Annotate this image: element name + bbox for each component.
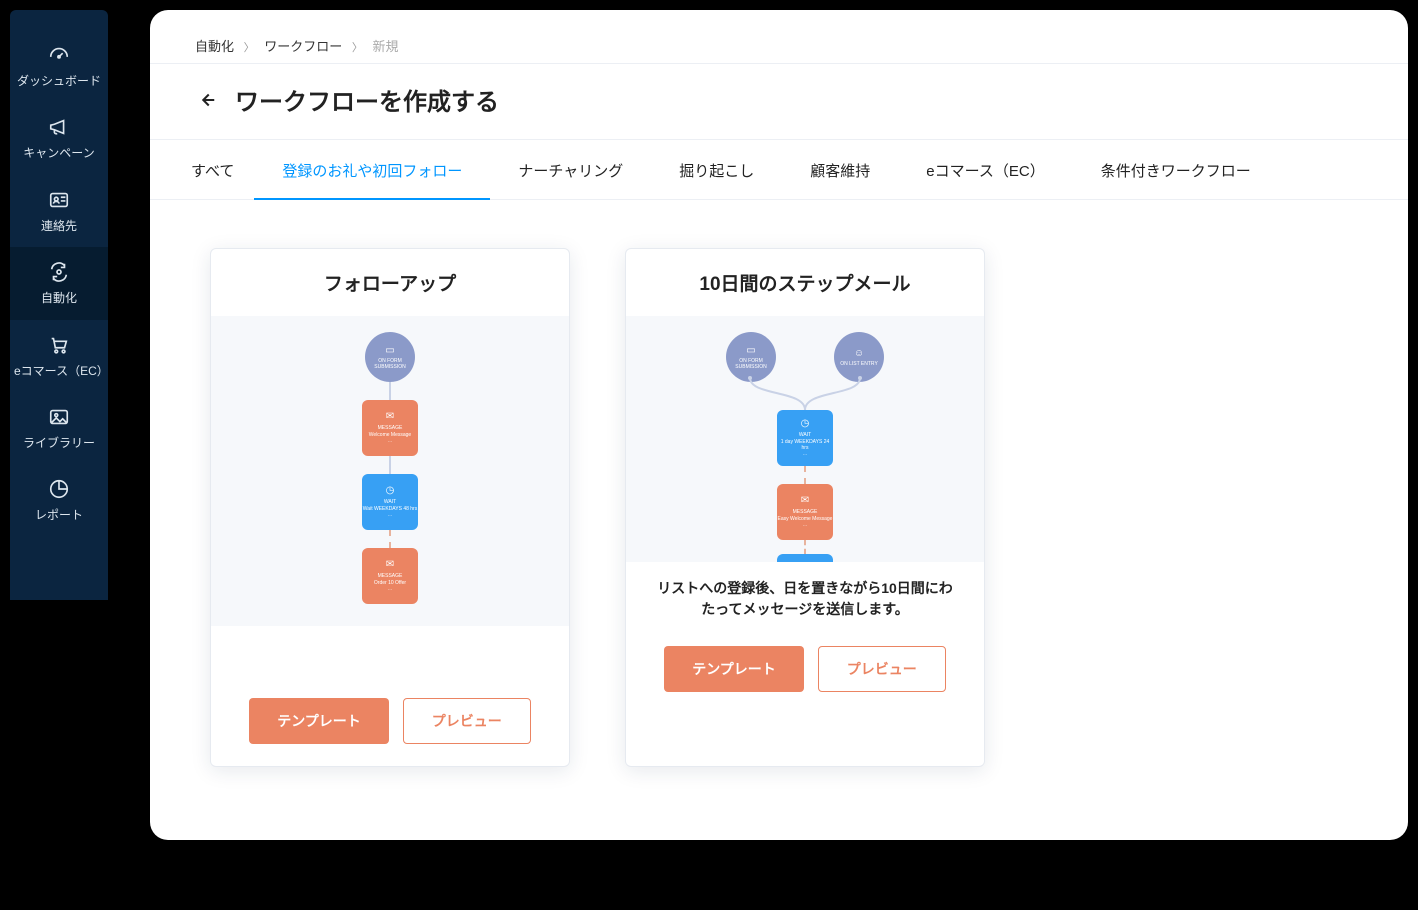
tab-nurturing[interactable]: ナーチャリング (490, 140, 651, 199)
sidebar-item-library[interactable]: ライブラリー (10, 392, 108, 464)
tab-all[interactable]: すべて (185, 140, 254, 199)
clock-icon: ◷ (386, 485, 395, 497)
preview-button[interactable]: プレビュー (818, 646, 946, 692)
wait-node: ◷ WAIT 1 day WEEKDAYS 24 hrs ⋯ (777, 410, 833, 466)
connector (389, 382, 391, 400)
envelope-icon: ✉ (386, 411, 394, 423)
sidebar-item-label: ダッシュボード (17, 74, 101, 88)
sidebar-item-automation[interactable]: 自動化 (10, 247, 108, 319)
tab-retention[interactable]: 顧客維持 (782, 140, 898, 199)
preview-button[interactable]: プレビュー (403, 698, 531, 744)
connector-dashed (389, 530, 391, 548)
connector-dashed (804, 466, 806, 484)
cart-icon (45, 334, 73, 356)
wait-node-partial (777, 554, 833, 562)
gauge-icon (45, 44, 73, 66)
envelope-icon: ✉ (801, 495, 809, 507)
template-button[interactable]: テンプレート (664, 646, 804, 692)
breadcrumb-link[interactable]: 自動化 (195, 39, 234, 54)
chevron-right-icon: 〉 (244, 42, 255, 54)
sidebar-item-dashboard[interactable]: ダッシュボード (10, 30, 108, 102)
sidebar-item-label: 自動化 (41, 291, 77, 305)
form-icon: ▭ (746, 345, 755, 356)
user-icon: ☺ (854, 348, 864, 359)
main-panel: 自動化 〉 ワークフロー 〉 新規 ワークフローを作成する すべて 登録のお礼や… (150, 10, 1408, 840)
sidebar-item-label: eコマース（EC） (14, 364, 104, 378)
form-icon: ▭ (385, 345, 394, 356)
sidebar-item-contacts[interactable]: 連絡先 (10, 175, 108, 247)
breadcrumb: 自動化 〉 ワークフロー 〉 新規 (150, 10, 1408, 63)
id-card-icon (45, 189, 73, 211)
pie-chart-icon (45, 478, 73, 500)
sidebar-item-label: ライブラリー (23, 436, 95, 450)
template-button[interactable]: テンプレート (249, 698, 389, 744)
page-title: ワークフローを作成する (235, 82, 499, 117)
sidebar-item-label: レポート (35, 508, 83, 522)
megaphone-icon (45, 116, 73, 138)
trigger-node: ▭ ON FORM SUBMISSION (726, 332, 776, 382)
card-actions: テンプレート プレビュー (211, 680, 569, 766)
back-arrow-icon[interactable] (195, 89, 217, 111)
chevron-right-icon: 〉 (352, 42, 363, 54)
template-card-10day-step: 10日間のステップメール ▭ ON FORM SUBMISSION ☺ ON L… (625, 248, 985, 767)
breadcrumb-link[interactable]: ワークフロー (264, 39, 342, 54)
page-title-row: ワークフローを作成する (150, 64, 1408, 139)
card-description: リストへの登録後、日を置きながら10日間にわたってメッセージを送信します。 (626, 562, 984, 628)
sidebar-item-label: 連絡先 (41, 219, 77, 233)
tab-conditional[interactable]: 条件付きワークフロー (1073, 140, 1279, 199)
workflow-diagram: ▭ ON FORM SUBMISSION ☺ ON LIST ENTRY (626, 316, 984, 562)
tabs: すべて 登録のお礼や初回フォロー ナーチャリング 掘り起こし 顧客維持 eコマー… (150, 140, 1408, 200)
connector (389, 456, 391, 474)
envelope-icon: ✉ (386, 559, 394, 571)
template-card-followup: フォローアップ ▭ ON FORM SUBMISSION ✉ MESSAGE W… (210, 248, 570, 767)
sidebar-item-label: キャンペーン (23, 146, 94, 160)
wait-node: ◷ WAIT Wait WEEKDAYS 48 hrs ⋯ (362, 474, 418, 530)
card-title: 10日間のステップメール (626, 249, 984, 316)
card-title: フォローアップ (211, 249, 569, 316)
trigger-node: ☺ ON LIST ENTRY (834, 332, 884, 382)
breadcrumb-current: 新規 (373, 39, 399, 54)
tab-reengage[interactable]: 掘り起こし (651, 140, 782, 199)
message-node: ✉ MESSAGE Welcome Message ⋯ (362, 400, 418, 456)
automation-icon (45, 261, 73, 283)
sidebar-item-ecommerce[interactable]: eコマース（EC） (10, 320, 108, 392)
clock-icon: ◷ (801, 418, 810, 430)
card-actions: テンプレート プレビュー (626, 628, 984, 714)
sidebar-item-campaigns[interactable]: キャンペーン (10, 102, 108, 174)
message-node: ✉ MESSAGE Order 10 Offer ⋯ (362, 548, 418, 604)
image-icon (45, 406, 73, 428)
template-cards: フォローアップ ▭ ON FORM SUBMISSION ✉ MESSAGE W… (150, 200, 1408, 815)
workflow-diagram: ▭ ON FORM SUBMISSION ✉ MESSAGE Welcome M… (211, 316, 569, 626)
connector-dashed (804, 540, 806, 554)
sidebar-item-reports[interactable]: レポート (10, 464, 108, 536)
tab-ecommerce[interactable]: eコマース（EC） (898, 140, 1072, 199)
tab-welcome-followup[interactable]: 登録のお礼や初回フォロー (254, 140, 490, 199)
trigger-node: ▭ ON FORM SUBMISSION (365, 332, 415, 382)
sidebar: ダッシュボード キャンペーン 連絡先 自動化 eコマース（EC） ライブラリー (10, 10, 108, 600)
message-node: ✉ MESSAGE Easy Welcome Message ⋯ (777, 484, 833, 540)
